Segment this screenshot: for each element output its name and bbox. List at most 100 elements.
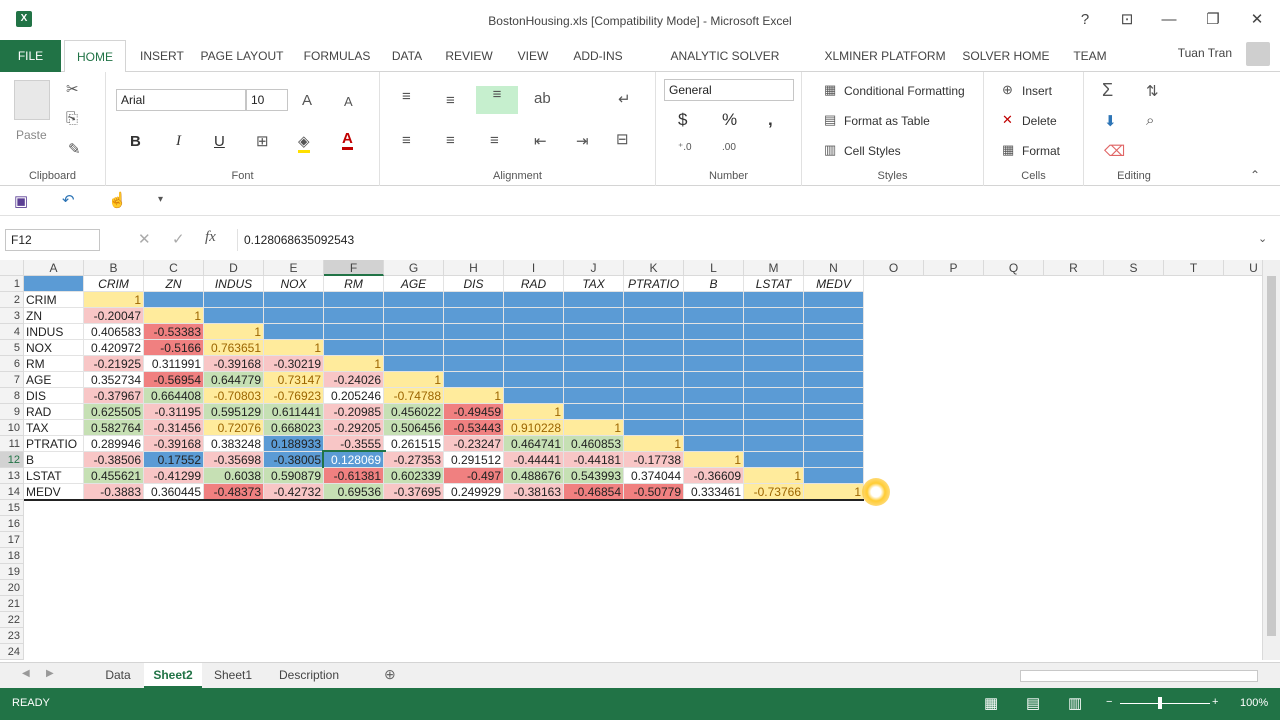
matrix-cell[interactable]: -0.5166 xyxy=(144,340,204,356)
row-label-cell[interactable]: RM xyxy=(24,356,84,372)
matrix-cell[interactable]: -0.53443 xyxy=(444,420,504,436)
row-header-15[interactable]: 15 xyxy=(0,500,24,516)
column-header-C[interactable]: C xyxy=(144,260,204,276)
matrix-empty-cell[interactable] xyxy=(444,292,504,308)
increase-indent-icon[interactable]: ⇥ xyxy=(576,132,589,150)
increase-decimal-icon[interactable]: ⁺.0 xyxy=(678,142,692,153)
matrix-cell[interactable]: 0.644779 xyxy=(204,372,264,388)
matrix-empty-cell[interactable] xyxy=(804,468,864,484)
matrix-cell[interactable]: 1 xyxy=(264,340,324,356)
currency-button[interactable]: $ xyxy=(678,110,687,130)
column-header-S[interactable]: S xyxy=(1104,260,1164,276)
insert-function-icon[interactable]: fx xyxy=(205,229,216,246)
percent-button[interactable]: % xyxy=(722,110,737,130)
row-header-14[interactable]: 14 xyxy=(0,484,24,500)
bottom-align-icon[interactable]: ≡ xyxy=(476,86,518,114)
matrix-cell[interactable]: 0.668023 xyxy=(264,420,324,436)
matrix-cell[interactable]: -0.30219 xyxy=(264,356,324,372)
autosum-icon[interactable]: Σ xyxy=(1102,80,1113,101)
matrix-cell[interactable]: -0.42732 xyxy=(264,484,324,500)
cell-styles-button[interactable]: Cell Styles xyxy=(844,144,901,158)
row-header-3[interactable]: 3 xyxy=(0,308,24,324)
header-cell[interactable]: CRIM xyxy=(84,276,144,292)
matrix-cell[interactable]: 0.205246 xyxy=(324,388,384,404)
row-label-cell[interactable]: TAX xyxy=(24,420,84,436)
matrix-cell[interactable]: 0.383248 xyxy=(204,436,264,452)
matrix-cell[interactable]: -0.73766 xyxy=(744,484,804,500)
row-label-cell[interactable]: MEDV xyxy=(24,484,84,500)
matrix-empty-cell[interactable] xyxy=(444,340,504,356)
close-icon[interactable]: ✕ xyxy=(1240,8,1274,32)
matrix-empty-cell[interactable] xyxy=(444,324,504,340)
matrix-empty-cell[interactable] xyxy=(684,388,744,404)
matrix-empty-cell[interactable] xyxy=(804,404,864,420)
paste-icon[interactable] xyxy=(14,80,50,120)
matrix-cell[interactable]: 0.602339 xyxy=(384,468,444,484)
borders-icon[interactable]: ⊞ xyxy=(256,132,269,150)
tab-view[interactable]: VIEW xyxy=(510,40,556,72)
matrix-empty-cell[interactable] xyxy=(504,372,564,388)
name-box[interactable]: F12 xyxy=(5,229,100,251)
decrease-font-icon[interactable]: A xyxy=(344,94,353,109)
matrix-cell[interactable]: 0.311991 xyxy=(144,356,204,372)
formula-input[interactable]: 0.128068635092543 xyxy=(237,229,1266,251)
row-header-6[interactable]: 6 xyxy=(0,356,24,372)
zoom-slider[interactable] xyxy=(1120,703,1210,704)
matrix-cell[interactable]: 0.664408 xyxy=(144,388,204,404)
matrix-cell[interactable]: 0.333461 xyxy=(684,484,744,500)
matrix-empty-cell[interactable] xyxy=(684,292,744,308)
matrix-cell[interactable]: -0.3555 xyxy=(324,436,384,452)
matrix-cell[interactable]: 0.72076 xyxy=(204,420,264,436)
matrix-cell[interactable]: -0.3883 xyxy=(84,484,144,500)
matrix-cell[interactable]: -0.53383 xyxy=(144,324,204,340)
matrix-empty-cell[interactable] xyxy=(804,436,864,452)
header-cell[interactable]: PTRATIO xyxy=(624,276,684,292)
column-header-B[interactable]: B xyxy=(84,260,144,276)
column-header-P[interactable]: P xyxy=(924,260,984,276)
matrix-empty-cell[interactable] xyxy=(564,324,624,340)
middle-align-icon[interactable]: ≡ xyxy=(446,92,455,109)
matrix-empty-cell[interactable] xyxy=(444,356,504,372)
header-cell[interactable]: NOX xyxy=(264,276,324,292)
row-label-cell[interactable]: B xyxy=(24,452,84,468)
matrix-cell[interactable]: 0.360445 xyxy=(144,484,204,500)
matrix-cell[interactable]: 1 xyxy=(84,292,144,308)
matrix-cell[interactable]: 0.455621 xyxy=(84,468,144,484)
zoom-thumb[interactable] xyxy=(1158,697,1162,709)
matrix-cell[interactable]: -0.46854 xyxy=(564,484,624,500)
matrix-empty-cell[interactable] xyxy=(624,324,684,340)
align-right-icon[interactable]: ≡ xyxy=(490,132,499,149)
matrix-cell[interactable]: 0.456022 xyxy=(384,404,444,420)
matrix-cell[interactable]: 0.352734 xyxy=(84,372,144,388)
matrix-empty-cell[interactable] xyxy=(744,308,804,324)
matrix-empty-cell[interactable] xyxy=(264,324,324,340)
format-button[interactable]: Format xyxy=(1022,144,1060,158)
collapse-ribbon-icon[interactable]: ⌃ xyxy=(1250,168,1260,182)
avatar[interactable] xyxy=(1246,42,1270,66)
matrix-empty-cell[interactable] xyxy=(684,308,744,324)
row-label-cell[interactable]: RAD xyxy=(24,404,84,420)
column-header-D[interactable]: D xyxy=(204,260,264,276)
matrix-empty-cell[interactable] xyxy=(384,340,444,356)
row-label-cell[interactable]: PTRATIO xyxy=(24,436,84,452)
matrix-empty-cell[interactable] xyxy=(624,372,684,388)
matrix-cell[interactable]: 1 xyxy=(324,356,384,372)
matrix-empty-cell[interactable] xyxy=(684,420,744,436)
matrix-empty-cell[interactable] xyxy=(384,324,444,340)
font-color-icon[interactable]: A xyxy=(342,130,353,150)
undo-icon[interactable]: ↶ xyxy=(62,191,75,209)
matrix-cell[interactable]: -0.41299 xyxy=(144,468,204,484)
row-header-5[interactable]: 5 xyxy=(0,340,24,356)
matrix-cell[interactable]: -0.38163 xyxy=(504,484,564,500)
matrix-empty-cell[interactable] xyxy=(504,292,564,308)
align-left-icon[interactable]: ≡ xyxy=(402,132,411,149)
matrix-cell[interactable]: 0.543993 xyxy=(564,468,624,484)
matrix-cell[interactable]: 0.420972 xyxy=(84,340,144,356)
row-header-12[interactable]: 12 xyxy=(0,452,24,468)
row-header-1[interactable]: 1 xyxy=(0,276,24,292)
column-header-R[interactable]: R xyxy=(1044,260,1104,276)
fill-icon[interactable]: ⬇ xyxy=(1104,112,1117,130)
matrix-empty-cell[interactable] xyxy=(804,340,864,356)
matrix-empty-cell[interactable] xyxy=(684,436,744,452)
row-header-13[interactable]: 13 xyxy=(0,468,24,484)
